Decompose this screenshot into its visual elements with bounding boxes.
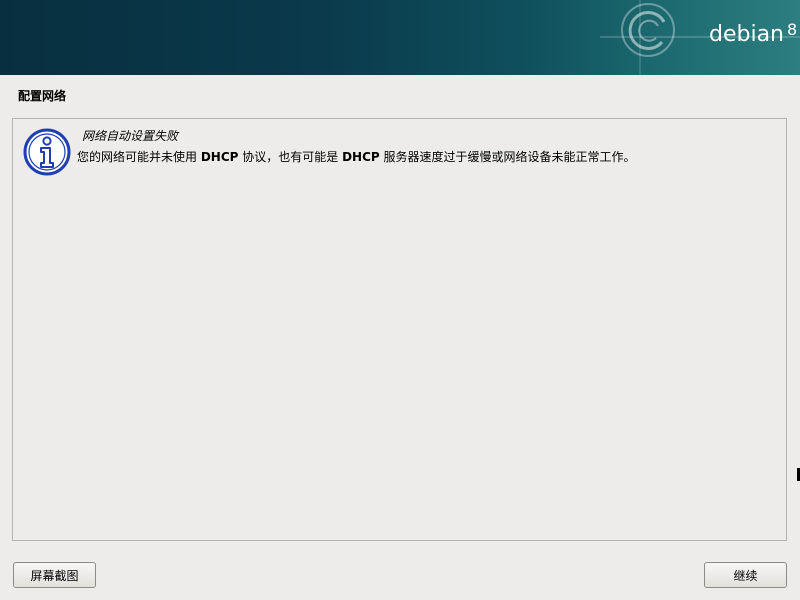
info-icon	[23, 128, 71, 176]
message-body-bold2: DHCP	[342, 150, 380, 164]
header-banner: debian 8	[0, 0, 800, 75]
message-body: 您的网络可能并未使用 DHCP 协议，也有可能是 DHCP 服务器速度过于缓慢或…	[77, 148, 636, 165]
message-panel: 网络自动设置失败 您的网络可能并未使用 DHCP 协议，也有可能是 DHCP 服…	[12, 118, 787, 541]
message-body-part3: 服务器速度过于缓慢或网络设备未能正常工作。	[379, 150, 636, 164]
continue-button[interactable]: 继续	[704, 562, 787, 588]
message-title: 网络自动设置失败	[82, 129, 179, 143]
page-title: 配置网络	[18, 89, 67, 103]
debian-logo: debian 8	[709, 20, 797, 47]
message-body-part1: 您的网络可能并未使用	[77, 150, 201, 164]
brand-version: 8	[787, 20, 798, 39]
message-body-part2: 协议，也有可能是	[238, 150, 343, 164]
screenshot-button[interactable]: 屏幕截图	[13, 562, 96, 588]
brand-name: debian	[709, 22, 785, 47]
message-body-bold1: DHCP	[200, 150, 239, 164]
